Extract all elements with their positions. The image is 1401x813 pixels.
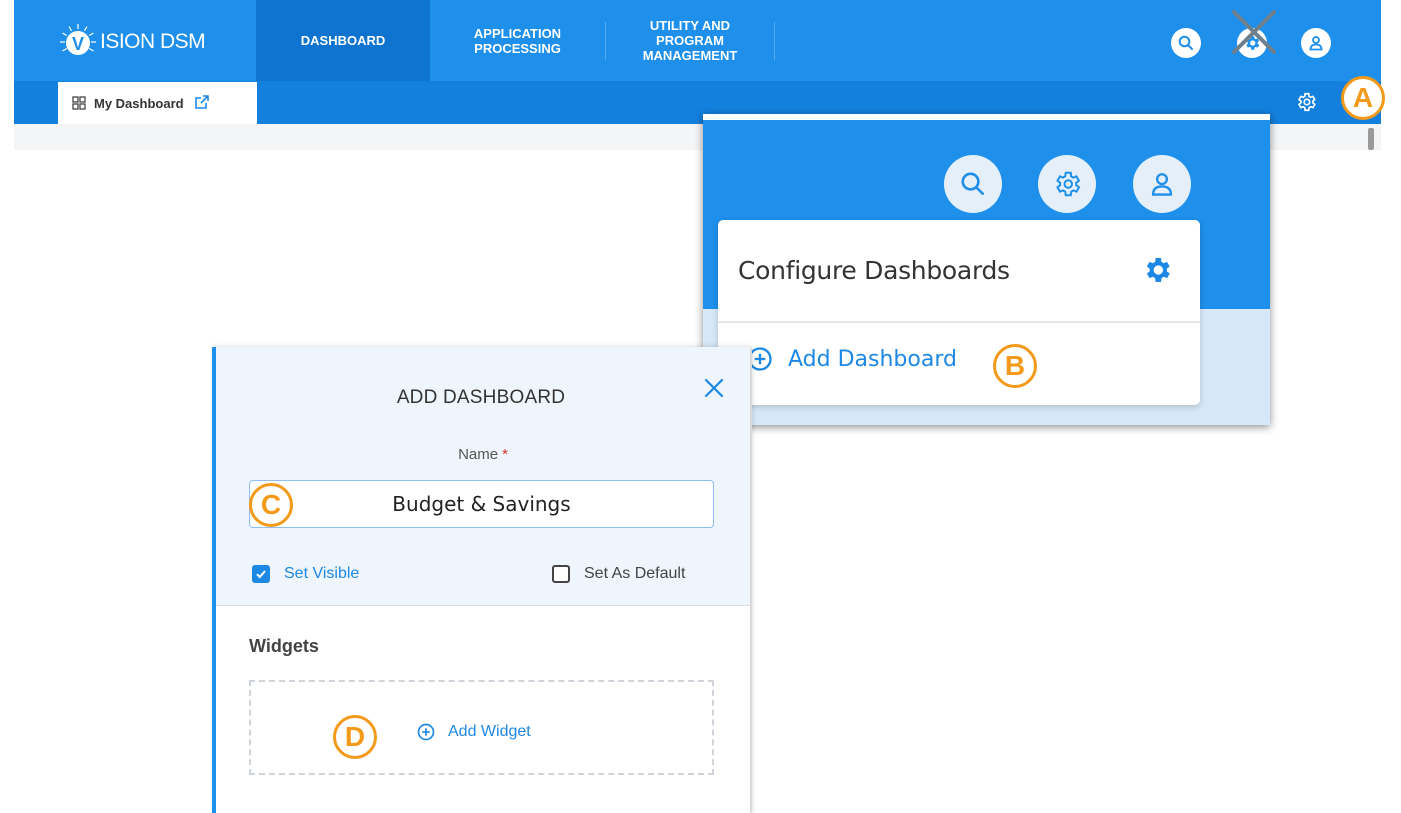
nav-dashboard[interactable]: DASHBOARD (256, 0, 430, 81)
dialog-title: ADD DASHBOARD (396, 387, 566, 408)
set-as-default-label: Set As Default (584, 565, 686, 582)
grid-icon (72, 96, 86, 110)
required-asterisk: * (502, 446, 508, 463)
annotation-marker-b: B (993, 344, 1037, 388)
marker-d-label: D (344, 721, 366, 752)
external-link-icon[interactable] (194, 94, 210, 113)
set-as-default-checkbox[interactable]: Set As Default (552, 565, 685, 583)
name-field-label: Name * (216, 446, 750, 463)
configure-dashboards-title: Configure Dashboards (738, 256, 1010, 285)
checkbox-unchecked-icon[interactable] (552, 565, 570, 583)
vision-logo-mark: V (58, 22, 98, 62)
marker-c-label: C (260, 489, 282, 520)
nav-utility-program-management-label: UTILITY AND PROGRAM MANAGEMENT (642, 18, 738, 63)
close-icon[interactable] (703, 377, 725, 399)
annotation-marker-a: A (1341, 76, 1385, 120)
add-dashboard-dialog: ADD DASHBOARD Name* Set Visible Set As D… (212, 347, 750, 813)
set-visible-checkbox[interactable]: Set Visible (252, 565, 359, 583)
nav-utility-program-management[interactable]: UTILITY AND PROGRAM MANAGEMENT (606, 0, 774, 81)
marker-b-label: B (1004, 350, 1026, 381)
user-icon (1309, 36, 1323, 51)
add-widget-button[interactable]: Add Widget (416, 722, 531, 742)
widget-drop-zone: Add Widget (249, 680, 714, 775)
scrollbar-thumb[interactable] (1368, 128, 1374, 150)
name-label-text: Name (458, 446, 499, 463)
user-icon (1151, 173, 1173, 196)
tab-my-dashboard-label: My Dashboard (94, 95, 184, 111)
search-icon (961, 172, 985, 196)
gear-icon[interactable] (1141, 254, 1173, 286)
configure-dashboards-inset: Configure Dashboards Add Dashboard (703, 114, 1270, 425)
logo-text: ISION DSM (100, 30, 206, 53)
cross-out-icon (1232, 10, 1276, 54)
checkbox-checked-icon[interactable] (252, 565, 270, 583)
marker-a-label: A (1352, 82, 1374, 113)
inset-user-button[interactable] (1133, 155, 1191, 213)
nav-application-processing[interactable]: APPLICATION PROCESSING (430, 0, 605, 81)
menu-divider (718, 321, 1200, 323)
inset-search-button[interactable] (944, 155, 1002, 213)
nav-dashboard-label: DASHBOARD (300, 33, 386, 48)
annotation-marker-d: D (333, 715, 377, 759)
gear-icon (1056, 171, 1081, 197)
user-button[interactable] (1301, 28, 1331, 58)
configure-dashboards-menu: Configure Dashboards Add Dashboard (718, 220, 1200, 405)
annotation-marker-c: C (249, 483, 293, 527)
top-navigation-bar: V ISION DSM DASHBOARD APPLICATION PROCES… (14, 0, 1381, 81)
dashboard-settings-gear-icon[interactable] (1295, 91, 1317, 113)
nav-application-processing-label: APPLICATION PROCESSING (473, 25, 562, 56)
add-widget-label: Add Widget (448, 723, 531, 740)
add-circle-icon (417, 723, 435, 741)
inset-settings-button[interactable] (1038, 155, 1096, 213)
logo-letter: V (72, 34, 84, 54)
search-button[interactable] (1171, 28, 1201, 58)
nav-divider (774, 22, 775, 60)
tab-my-dashboard[interactable]: My Dashboard (58, 82, 257, 124)
add-dashboard-label: Add Dashboard (788, 346, 957, 372)
app-logo[interactable]: V ISION DSM (58, 22, 206, 62)
search-icon (1178, 35, 1193, 50)
widgets-heading: Widgets (249, 636, 319, 656)
dashboard-name-input[interactable] (249, 480, 714, 528)
set-visible-label: Set Visible (284, 565, 360, 582)
dialog-divider (216, 605, 750, 606)
add-dashboard-button[interactable]: Add Dashboard (746, 345, 957, 373)
